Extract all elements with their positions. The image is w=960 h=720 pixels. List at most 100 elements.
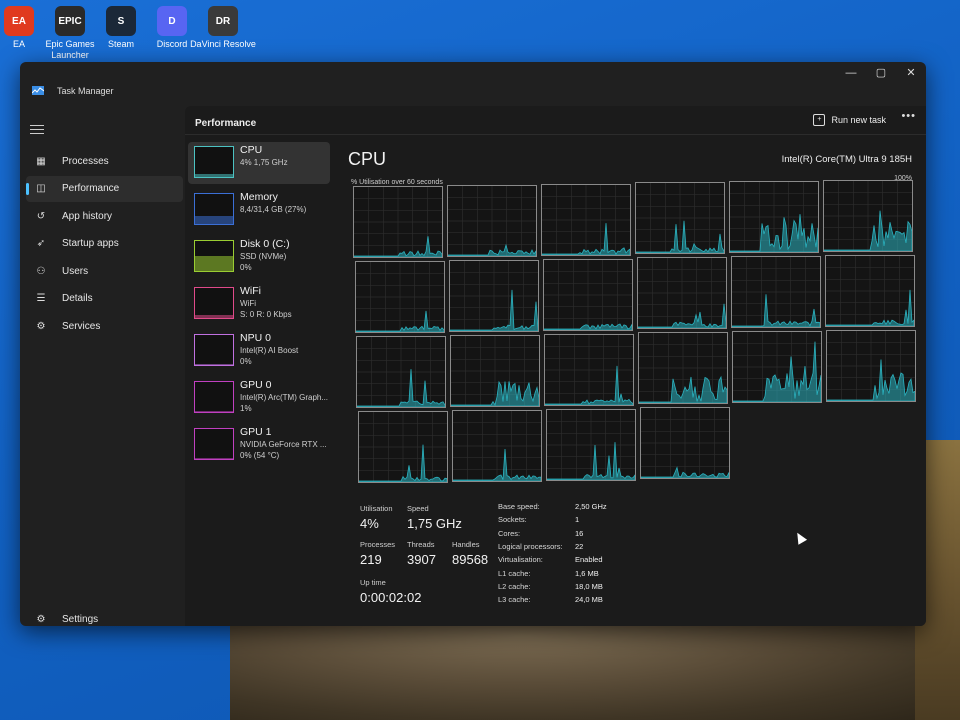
device-usage-fill — [195, 315, 233, 318]
device-cpu[interactable]: CPU 4% 1,75 GHz — [188, 142, 330, 184]
processes-label: Processes — [360, 540, 396, 549]
spec-label: Logical processors: — [498, 541, 563, 551]
history-icon: ↺ — [36, 210, 46, 222]
navigation-pane: ▦ Processes ◫ Performance ↺ App history ➶ Start… — [20, 106, 185, 626]
spec-label: L1 cache: — [498, 568, 531, 578]
utilisation-label: Utilisation — [360, 504, 393, 513]
logical-processor-graph — [544, 333, 634, 406]
logical-processor-graph — [448, 259, 539, 332]
grid-icon: ▦ — [36, 155, 46, 167]
minimize-button[interactable]: — — [840, 65, 862, 81]
startup-icon: ➶ — [36, 238, 46, 249]
logical-processor-graph — [545, 408, 636, 481]
device-detail: 4% 1,75 GHz — [240, 158, 288, 167]
nav-item-label: Processes — [62, 155, 109, 167]
device-detail2: 1% — [240, 404, 252, 413]
device-detail2: S: 0 R: 0 Kbps — [240, 310, 292, 319]
device-detail2: 0% — [240, 357, 252, 366]
device-detail2: 0% (54 °C) — [240, 451, 280, 460]
cpu-heading: CPU — [348, 149, 387, 169]
device-thumbnail-graph — [194, 240, 234, 272]
logical-processor-graph — [357, 411, 448, 483]
nav-item-details[interactable]: ☰ Details — [26, 286, 183, 312]
handles-value: 89568 — [452, 552, 489, 567]
nav-item-settings-label: Settings — [62, 613, 99, 625]
logical-processor-graph — [353, 186, 443, 258]
spec-value: 16 — [575, 528, 584, 538]
users-icon: ⚇ — [36, 265, 46, 277]
threads-value: 3907 — [407, 552, 436, 567]
header-divider — [185, 134, 926, 135]
device-thumbnail-graph — [194, 334, 234, 366]
device-memory[interactable]: Memory 8,4/31,4 GB (27%) — [188, 189, 330, 231]
task-manager-window: Task Manager — ▢ ✕ ▦ Processes ◫ Performanc… — [20, 62, 926, 626]
device-usage-fill — [195, 458, 233, 459]
device-name: WiFi — [240, 285, 261, 297]
run-new-task-button[interactable]: + Run new task — [813, 110, 886, 130]
logical-processor-graph — [732, 331, 822, 404]
spec-label: L2 cache: — [498, 581, 531, 591]
logical-processor-graph — [450, 334, 540, 407]
logical-processor-graph — [636, 257, 727, 330]
chart-icon: ◫ — [36, 183, 46, 194]
device-name: Memory — [240, 191, 278, 203]
steam-app-icon: S — [106, 6, 136, 36]
title-bar[interactable]: Task Manager — ▢ ✕ — [20, 62, 926, 106]
epic-games-launcher-app-icon: EPIC — [55, 6, 85, 36]
nav-item-app-history[interactable]: ↺ App history — [26, 203, 183, 229]
spec-value: 24,0 MB — [575, 595, 603, 605]
device-wifi[interactable]: WiFi WiFi S: 0 R: 0 Kbps — [188, 283, 330, 325]
device-disk-0-c[interactable]: Disk 0 (C:) SSD (NVMe) 0% — [188, 236, 330, 278]
device-thumbnail-graph — [194, 381, 234, 413]
desktop-icon-davinci-resolve[interactable]: DR DaVinci Resolve — [190, 6, 256, 50]
settings-gear-icon: ⚙ — [36, 613, 46, 625]
performance-content: Performance + Run new task ••• CPU 4% 1,7… — [185, 106, 926, 626]
spec-value: 22 — [575, 541, 584, 551]
logical-processor-graph — [451, 409, 542, 482]
spec-label: L3 cache: — [498, 595, 531, 605]
logical-processor-graph — [541, 183, 631, 256]
more-options-icon[interactable]: ••• — [901, 110, 916, 122]
logical-processor-graph — [356, 336, 446, 408]
maximize-button[interactable]: ▢ — [870, 65, 892, 81]
device-name: CPU — [240, 144, 263, 156]
handles-label: Handles — [452, 540, 480, 549]
hamburger-menu-icon[interactable] — [30, 122, 44, 137]
nav-item-processes[interactable]: ▦ Processes — [26, 148, 183, 174]
services-icon: ⚙ — [36, 320, 46, 332]
logical-processor-graph — [639, 407, 730, 480]
spec-value: 18,0 MB — [575, 581, 603, 591]
close-button[interactable]: ✕ — [900, 65, 922, 81]
page-title: Performance — [195, 118, 257, 129]
uptime-value: 0:00:02:02 — [360, 590, 422, 605]
utilisation-value: 4% — [360, 516, 379, 531]
speed-value: 1,75 GHz — [407, 516, 462, 531]
nav-item-settings[interactable]: ⚙ Settings — [26, 606, 183, 626]
logical-processor-graph — [542, 258, 633, 331]
nav-item-label: App history — [62, 210, 113, 222]
nav-item-label: Startup apps — [62, 238, 119, 249]
logical-processor-graph — [447, 184, 537, 257]
device-npu-0[interactable]: NPU 0 Intel(R) AI Boost 0% — [188, 330, 330, 372]
nav-item-performance[interactable]: ◫ Performance — [26, 175, 183, 202]
nav-item-startup-apps[interactable]: ➶ Startup apps — [26, 231, 183, 257]
logical-processor-graph — [635, 182, 725, 255]
device-thumbnail-graph — [194, 193, 234, 225]
spec-value: Enabled — [575, 555, 603, 565]
nav-item-services[interactable]: ⚙ Services — [26, 313, 183, 339]
logical-processor-graphs — [353, 180, 916, 483]
device-gpu-0[interactable]: GPU 0 Intel(R) Arc(TM) Graph... 1% — [188, 377, 330, 419]
window-title: Task Manager — [57, 86, 114, 96]
uptime-label: Up time — [360, 578, 386, 587]
nav-item-users[interactable]: ⚇ Users — [26, 258, 183, 284]
cpu-model-name: Intel(R) Core(TM) Ultra 9 185H — [781, 154, 912, 165]
device-detail: SSD (NVMe) — [240, 252, 287, 261]
device-gpu-1[interactable]: GPU 1 NVIDIA GeForce RTX ... 0% (54 °C) — [188, 424, 330, 466]
device-thumbnail-graph — [194, 428, 234, 460]
device-name: GPU 0 — [240, 379, 272, 391]
spec-value: 1,6 MB — [575, 568, 599, 578]
device-detail: Intel(R) Arc(TM) Graph... — [240, 393, 329, 402]
logical-processor-graph — [730, 256, 821, 329]
device-usage-fill — [195, 174, 233, 177]
device-name: NPU 0 — [240, 332, 271, 344]
